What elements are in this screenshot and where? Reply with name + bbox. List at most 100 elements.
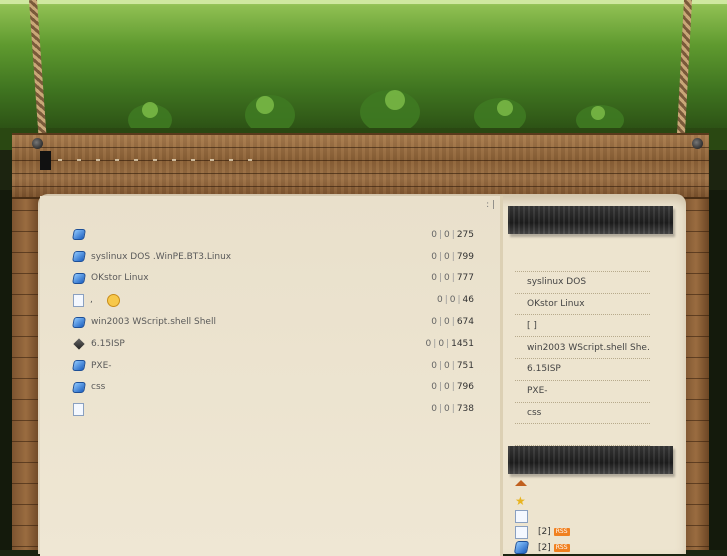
hit-count: 1451 bbox=[451, 338, 474, 349]
comment-count: 0 bbox=[444, 273, 450, 284]
hit-count: 751 bbox=[456, 360, 474, 371]
comment-count: 0 bbox=[444, 382, 450, 393]
comment-count: 0 bbox=[444, 317, 450, 328]
hit-count: 777 bbox=[456, 273, 474, 284]
emoticon-icon bbox=[106, 293, 120, 307]
comment-count: 0 bbox=[444, 229, 450, 240]
sidebar-link-feed[interactable]: [2] RSS bbox=[515, 525, 665, 541]
blue-post-icon bbox=[72, 272, 86, 284]
comment-count: 0 bbox=[444, 251, 450, 262]
document-icon bbox=[73, 402, 84, 416]
post-title-link[interactable]: OKstor Linux bbox=[91, 273, 149, 283]
blue-post-icon bbox=[72, 381, 86, 393]
post-title-link[interactable]: css bbox=[91, 382, 105, 392]
breadcrumb: : | bbox=[486, 200, 495, 210]
list-item[interactable]: syslinux DOS .WinPE.BT3.Linux 0 | 0 | 799 bbox=[70, 246, 490, 268]
home-icon bbox=[515, 479, 527, 486]
left-nail-icon bbox=[32, 138, 43, 149]
sidebar-recent-posts-header bbox=[508, 206, 673, 234]
post-title-link[interactable]: win2003 WScript.shell Shell bbox=[91, 317, 216, 327]
right-wood-panel bbox=[683, 190, 709, 550]
comment-count: 0 bbox=[444, 404, 450, 415]
blue-post-icon bbox=[513, 541, 530, 555]
sidebar-item bbox=[515, 424, 650, 447]
post-stats: 0 | 0 | 275 bbox=[431, 229, 474, 240]
list-item[interactable]: 0 | 0 | 275 bbox=[70, 224, 490, 246]
star-icon: ★ bbox=[515, 493, 526, 508]
sidebar-link-favorites[interactable]: ★ bbox=[515, 494, 665, 510]
wooden-sign-banner bbox=[12, 133, 709, 199]
post-stats: 0 | 0 | 738 bbox=[431, 404, 474, 415]
post-title-link[interactable]: syslinux DOS .WinPE.BT3.Linux bbox=[91, 252, 231, 262]
list-item[interactable]: 0 | 0 | 738 bbox=[70, 398, 490, 420]
right-margin bbox=[709, 190, 727, 550]
view-count: 0 bbox=[436, 295, 443, 306]
sidebar-item[interactable]: syslinux DOS bbox=[515, 272, 650, 294]
view-count: 0 bbox=[431, 273, 437, 284]
header-highlight bbox=[0, 0, 727, 4]
list-item[interactable]: 6.15ISP 0 | 0 | 1451 bbox=[70, 333, 490, 355]
list-item[interactable]: OKstor Linux 0 | 0 | 777 bbox=[70, 268, 490, 290]
blue-post-icon bbox=[72, 229, 86, 241]
list-item[interactable]: css 0 | 0 | 796 bbox=[70, 377, 490, 399]
hit-count: 738 bbox=[456, 404, 474, 415]
sidebar-item[interactable]: [ ] bbox=[515, 315, 650, 338]
hit-count: 275 bbox=[456, 229, 474, 240]
site-logo-mark[interactable] bbox=[40, 151, 51, 170]
comment-count: 0 bbox=[438, 338, 445, 349]
post-stats: 0 | 0 | 799 bbox=[431, 251, 474, 262]
sidebar-item[interactable]: css bbox=[515, 403, 650, 425]
sidebar-links-header bbox=[508, 446, 673, 474]
post-stats: 0 | 0 | 1451 bbox=[425, 338, 474, 349]
hit-count: 799 bbox=[456, 251, 474, 262]
left-margin bbox=[0, 190, 12, 550]
right-nail-icon bbox=[692, 138, 703, 149]
post-stats: 0 | 0 | 796 bbox=[431, 382, 474, 393]
list-item[interactable]: PXE- 0 | 0 | 751 bbox=[70, 355, 490, 377]
view-count: 0 bbox=[431, 382, 437, 393]
post-stats: 0 | 0 | 777 bbox=[431, 273, 474, 284]
document-icon bbox=[515, 510, 528, 524]
view-count: 0 bbox=[425, 338, 432, 349]
document-icon bbox=[515, 525, 528, 539]
sidebar-recent-posts: syslinux DOS OKstor Linux [ ] win2003 WS… bbox=[515, 250, 650, 447]
document-icon bbox=[73, 293, 84, 307]
view-count: 0 bbox=[431, 229, 437, 240]
post-stats: 0 | 0 | 674 bbox=[431, 317, 474, 328]
sidebar-item[interactable]: OKstor Linux bbox=[515, 294, 650, 316]
sidebar-link-label: [2] bbox=[538, 542, 551, 553]
hit-count: 796 bbox=[456, 382, 474, 393]
view-count: 0 bbox=[431, 251, 437, 262]
post-title-link[interactable]: , bbox=[90, 295, 93, 305]
sidebar-item bbox=[515, 250, 650, 272]
dark-diamond-icon bbox=[73, 338, 85, 350]
sidebar-link-home[interactable] bbox=[515, 478, 665, 494]
comment-count: 0 bbox=[449, 295, 456, 306]
sidebar-link-archive[interactable] bbox=[515, 509, 665, 525]
list-item[interactable]: , 0 | 0 | 46 bbox=[70, 289, 490, 311]
blue-post-icon bbox=[72, 251, 86, 263]
post-list: 0 | 0 | 275 syslinux DOS .WinPE.BT3.Linux 0 |… bbox=[70, 224, 490, 420]
blue-post-icon bbox=[72, 360, 86, 372]
left-wood-panel bbox=[12, 190, 40, 550]
list-item[interactable]: win2003 WScript.shell Shell 0 | 0 | 674 bbox=[70, 311, 490, 333]
view-count: 0 bbox=[431, 317, 437, 328]
hit-count: 674 bbox=[456, 317, 474, 328]
blue-post-icon bbox=[72, 316, 86, 328]
sidebar-link-label: [2] bbox=[538, 527, 551, 538]
sidebar-item[interactable]: 6.15ISP bbox=[515, 359, 650, 381]
hit-count: 46 bbox=[462, 295, 474, 306]
sidebar-item[interactable]: win2003 WScript.shell She... bbox=[515, 337, 650, 359]
sidebar-divider bbox=[500, 196, 503, 556]
sidebar-item[interactable]: PXE- bbox=[515, 381, 650, 403]
rss-badge[interactable]: RSS bbox=[553, 528, 570, 537]
post-title-link[interactable]: 6.15ISP bbox=[91, 339, 125, 349]
sidebar-links: ★ [2] RSS [2] RSS bbox=[513, 478, 665, 556]
sidebar-link-feed[interactable]: [2] RSS bbox=[513, 540, 665, 556]
post-stats: 0 | 0 | 751 bbox=[431, 360, 474, 371]
post-stats: 0 | 0 | 46 bbox=[436, 295, 474, 306]
comment-count: 0 bbox=[444, 360, 450, 371]
post-title-link[interactable]: PXE- bbox=[91, 361, 112, 371]
view-count: 0 bbox=[431, 360, 437, 371]
view-count: 0 bbox=[431, 404, 437, 415]
